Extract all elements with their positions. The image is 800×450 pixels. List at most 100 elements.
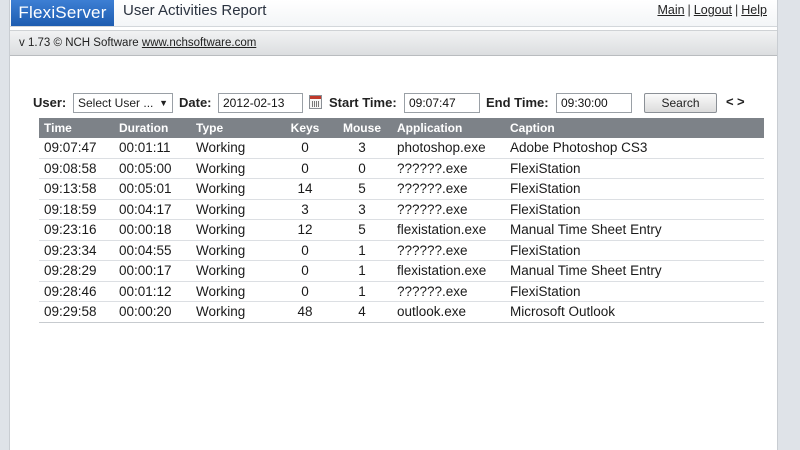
cell-mouse: 3 xyxy=(332,199,392,220)
cell-time: 09:29:58 xyxy=(39,301,114,323)
cell-keys: 0 xyxy=(278,260,332,282)
cell-duration: 00:00:17 xyxy=(114,260,191,282)
cell-application: ??????.exe xyxy=(392,178,505,200)
cell-caption: Manual Time Sheet Entry xyxy=(505,219,764,241)
nav-link-main[interactable]: Main xyxy=(657,3,684,17)
column-header-caption[interactable]: Caption xyxy=(505,118,764,138)
cell-duration: 00:00:18 xyxy=(114,219,191,241)
nav-separator: | xyxy=(687,3,691,17)
cell-type: Working xyxy=(191,301,278,323)
report-filters: User: Select User ... ▼ Date: Start Time… xyxy=(33,93,763,113)
start-time-label: Start Time: xyxy=(329,95,397,110)
cell-type: Working xyxy=(191,260,278,282)
cell-mouse: 4 xyxy=(332,301,392,323)
activities-table: Time Duration Type Keys Mouse Applicatio… xyxy=(39,118,764,323)
cell-duration: 00:01:11 xyxy=(114,138,191,159)
table-row[interactable]: 09:07:47 00:01:11 Working 0 3 photoshop.… xyxy=(39,138,764,159)
search-button[interactable]: Search xyxy=(644,93,717,113)
end-time-input[interactable] xyxy=(556,93,632,113)
cell-mouse: 3 xyxy=(332,138,392,159)
cell-type: Working xyxy=(191,178,278,200)
app-header: FlexiServer User Activities Report Main |… xyxy=(10,0,777,27)
cell-type: Working xyxy=(191,240,278,261)
nav-separator: | xyxy=(735,3,739,17)
table-row[interactable]: 09:28:46 00:01:12 Working 0 1 ??????.exe… xyxy=(39,281,764,302)
cell-duration: 00:01:12 xyxy=(114,281,191,302)
table-row[interactable]: 09:08:58 00:05:00 Working 0 0 ??????.exe… xyxy=(39,158,764,179)
cell-caption: FlexiStation xyxy=(505,281,764,302)
cell-caption: FlexiStation xyxy=(505,199,764,220)
cell-application: outlook.exe xyxy=(392,301,505,323)
cell-mouse: 0 xyxy=(332,158,392,179)
column-header-mouse[interactable]: Mouse xyxy=(332,118,392,138)
cell-application: flexistation.exe xyxy=(392,219,505,241)
end-time-label: End Time: xyxy=(486,95,549,110)
cell-application: photoshop.exe xyxy=(392,138,505,159)
column-header-keys[interactable]: Keys xyxy=(278,118,332,138)
cell-time: 09:28:46 xyxy=(39,281,114,302)
cell-type: Working xyxy=(191,219,278,241)
user-select-value: Select User ... xyxy=(78,96,154,110)
flexiserver-logo[interactable]: FlexiServer xyxy=(11,0,114,26)
nch-website-link[interactable]: www.nchsoftware.com xyxy=(142,37,256,49)
cell-time: 09:23:16 xyxy=(39,219,114,241)
cell-duration: 00:00:20 xyxy=(114,301,191,323)
column-header-time[interactable]: Time xyxy=(39,118,114,138)
cell-keys: 12 xyxy=(278,219,332,241)
user-label: User: xyxy=(33,95,67,110)
cell-application: ??????.exe xyxy=(392,158,505,179)
cell-mouse: 5 xyxy=(332,178,392,200)
cell-duration: 00:05:00 xyxy=(114,158,191,179)
cell-time: 09:08:58 xyxy=(39,158,114,179)
cell-type: Working xyxy=(191,138,278,159)
column-header-application[interactable]: Application xyxy=(392,118,505,138)
cell-caption: Manual Time Sheet Entry xyxy=(505,260,764,282)
cell-caption: Microsoft Outlook xyxy=(505,301,764,323)
date-label: Date: xyxy=(179,95,212,110)
top-nav: Main | Logout | Help xyxy=(657,0,767,20)
next-arrow-button[interactable]: > xyxy=(737,94,745,109)
cell-keys: 0 xyxy=(278,138,332,159)
user-select[interactable]: Select User ... ▼ xyxy=(73,93,173,113)
cell-duration: 00:05:01 xyxy=(114,178,191,200)
cell-keys: 0 xyxy=(278,281,332,302)
cell-duration: 00:04:55 xyxy=(114,240,191,261)
cell-application: flexistation.exe xyxy=(392,260,505,282)
nav-link-logout[interactable]: Logout xyxy=(694,3,732,17)
cell-application: ??????.exe xyxy=(392,199,505,220)
cell-mouse: 1 xyxy=(332,240,392,261)
version-text: v 1.73 © NCH Software xyxy=(19,37,139,49)
cell-time: 09:07:47 xyxy=(39,138,114,159)
prev-arrow-button[interactable]: < xyxy=(726,94,734,109)
cell-caption: Adobe Photoshop CS3 xyxy=(505,138,764,159)
nav-link-help[interactable]: Help xyxy=(741,3,767,17)
calendar-icon[interactable] xyxy=(309,95,322,109)
version-bar: v 1.73 © NCH Software www.nchsoftware.co… xyxy=(10,30,777,56)
cell-keys: 3 xyxy=(278,199,332,220)
cell-application: ??????.exe xyxy=(392,281,505,302)
column-header-type[interactable]: Type xyxy=(191,118,278,138)
cell-type: Working xyxy=(191,158,278,179)
date-input[interactable] xyxy=(218,93,303,113)
cell-caption: FlexiStation xyxy=(505,178,764,200)
cell-time: 09:28:29 xyxy=(39,260,114,282)
cell-application: ??????.exe xyxy=(392,240,505,261)
chevron-down-icon: ▼ xyxy=(159,98,168,108)
column-header-duration[interactable]: Duration xyxy=(114,118,191,138)
cell-keys: 48 xyxy=(278,301,332,323)
cell-keys: 0 xyxy=(278,158,332,179)
table-header-row: Time Duration Type Keys Mouse Applicatio… xyxy=(39,118,764,138)
report-page: FlexiServer User Activities Report Main |… xyxy=(9,0,778,450)
cell-keys: 14 xyxy=(278,178,332,200)
table-row[interactable]: 09:28:29 00:00:17 Working 0 1 flexistati… xyxy=(39,260,764,282)
table-row[interactable]: 09:23:16 00:00:18 Working 12 5 flexistat… xyxy=(39,219,764,241)
cell-time: 09:18:59 xyxy=(39,199,114,220)
cell-mouse: 1 xyxy=(332,281,392,302)
table-row[interactable]: 09:29:58 00:00:20 Working 48 4 outlook.e… xyxy=(39,301,764,323)
table-row[interactable]: 09:23:34 00:04:55 Working 0 1 ??????.exe… xyxy=(39,240,764,261)
table-row[interactable]: 09:18:59 00:04:17 Working 3 3 ??????.exe… xyxy=(39,199,764,220)
start-time-input[interactable] xyxy=(404,93,480,113)
cell-duration: 00:04:17 xyxy=(114,199,191,220)
table-row[interactable]: 09:13:58 00:05:01 Working 14 5 ??????.ex… xyxy=(39,178,764,200)
cell-time: 09:23:34 xyxy=(39,240,114,261)
